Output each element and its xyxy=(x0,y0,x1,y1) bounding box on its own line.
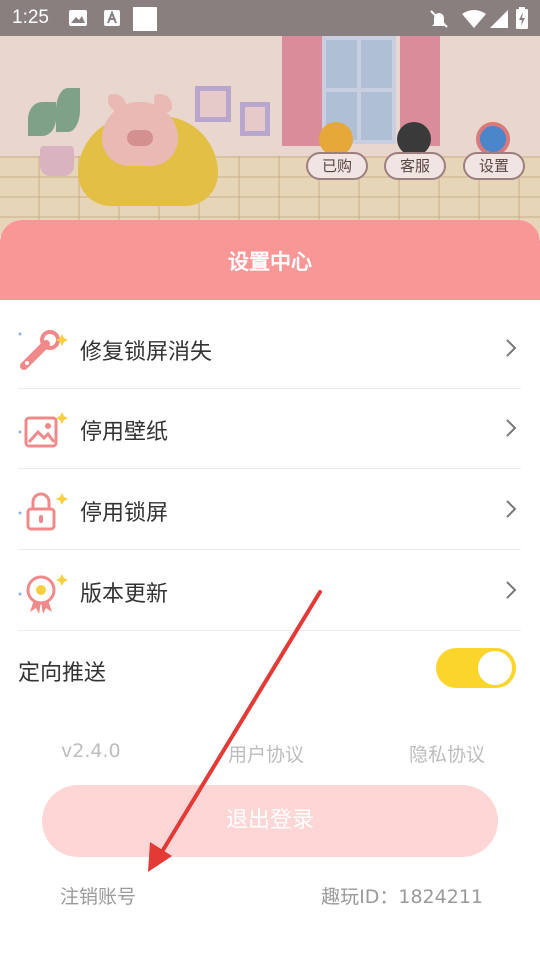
logout-button[interactable]: 退出登录 xyxy=(42,785,498,857)
menu-item-label: 版本更新 xyxy=(80,582,169,607)
pig-character xyxy=(102,94,178,166)
plant-pot xyxy=(40,146,74,176)
chevron-right-icon xyxy=(503,580,519,600)
menu-item-label: 停用壁纸 xyxy=(80,420,169,445)
room-scene: 已购 客服 设置 xyxy=(0,36,540,236)
font-notification-icon xyxy=(103,9,121,31)
status-bar: 1:25 xyxy=(0,0,540,36)
badge-icon xyxy=(18,570,68,614)
room-wall xyxy=(0,36,540,156)
menu-item-version-update[interactable]: 版本更新 xyxy=(18,550,521,631)
toggle-knob xyxy=(478,651,512,685)
cancel-account-link[interactable]: 注销账号 xyxy=(60,882,136,909)
shortcut-purchased-label: 已购 xyxy=(306,152,368,180)
shortcut-settings[interactable]: 设置 xyxy=(463,122,525,182)
user-id-text: 趣玩ID：1824211 xyxy=(321,886,483,908)
user-agreement-link[interactable]: 用户协议 xyxy=(228,740,304,767)
status-time: 1:25 xyxy=(12,7,49,28)
chevron-right-icon xyxy=(503,418,519,438)
menu-item-disable-lockscreen[interactable]: 停用锁屏 xyxy=(18,469,521,550)
panel-title: 设置中心 xyxy=(0,220,540,300)
menu-item-label: 停用锁屏 xyxy=(80,501,169,526)
lock-icon xyxy=(18,489,68,533)
wrench-icon xyxy=(18,328,68,372)
targeted-push-label: 定向推送 xyxy=(18,661,107,686)
privacy-policy-link[interactable]: 隐私协议 xyxy=(409,740,485,767)
wall-frame-2 xyxy=(240,102,270,136)
app-notification-icon xyxy=(133,7,157,35)
plant-leaf xyxy=(56,88,80,132)
chevron-right-icon xyxy=(503,499,519,519)
pig-nose xyxy=(127,130,153,146)
targeted-push-toggle[interactable] xyxy=(436,648,516,688)
penguin-icon xyxy=(397,122,431,156)
battery-charging-icon xyxy=(516,7,528,33)
plant-leaf xyxy=(28,102,56,136)
menu-item-label: 修复锁屏消失 xyxy=(80,340,213,365)
gallery-notification-icon xyxy=(68,9,88,31)
wall-frame-1 xyxy=(195,86,231,122)
shortcut-settings-label: 设置 xyxy=(463,152,525,180)
gear-icon xyxy=(476,122,510,156)
menu-item-fix-lockscreen[interactable]: 修复锁屏消失 xyxy=(18,308,521,389)
mute-icon xyxy=(429,9,449,33)
chevron-right-icon xyxy=(503,338,519,358)
shortcut-customer-service[interactable]: 客服 xyxy=(384,122,446,182)
image-icon xyxy=(18,408,68,452)
bag-icon xyxy=(319,122,353,156)
signal-icon xyxy=(489,9,509,33)
shortcut-customer-service-label: 客服 xyxy=(384,152,446,180)
menu-item-disable-wallpaper[interactable]: 停用壁纸 xyxy=(18,388,521,469)
shortcut-purchased[interactable]: 已购 xyxy=(306,122,368,182)
settings-panel: 设置中心 修复锁屏消失 停用壁纸 停用锁屏 版本更新 定向推送 v2.4.0 用… xyxy=(0,220,540,960)
version-text: v2.4.0 xyxy=(61,740,121,762)
wifi-icon xyxy=(462,9,486,33)
